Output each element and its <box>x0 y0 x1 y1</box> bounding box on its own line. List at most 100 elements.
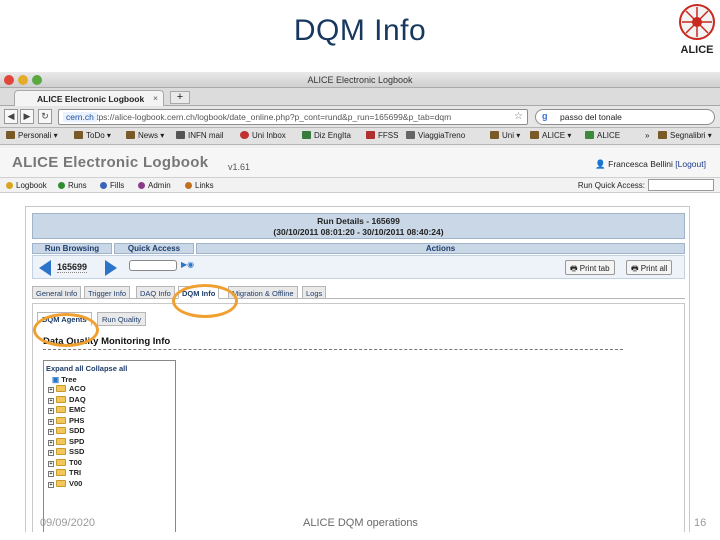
tree-item-ssd[interactable]: + SSD <box>48 447 175 458</box>
printer-icon: 🖶 <box>570 264 580 273</box>
tab-close-icon[interactable]: × <box>153 93 158 103</box>
bookmarks-overflow[interactable]: » <box>645 131 649 140</box>
bookmark-star-icon[interactable]: ☆ <box>514 111 523 122</box>
run-tabs: General Info Trigger Info DAQ Info DQM I… <box>32 285 685 299</box>
tree-item-phs[interactable]: + PHS <box>48 416 175 427</box>
next-run-arrow-icon[interactable] <box>105 260 117 276</box>
mail-icon <box>176 131 185 139</box>
expand-icon[interactable]: + <box>48 418 54 425</box>
tab-migration-offline[interactable]: Migration & Offline <box>228 286 298 299</box>
bookmark-uni-inbox[interactable]: Uni Inbox <box>240 131 286 140</box>
address-bar[interactable]: cern.ch https://alice-logbook.cern.ch/lo… <box>58 109 528 125</box>
new-tab-button[interactable]: + <box>170 91 190 104</box>
quick-access-go-icon[interactable]: ▶◉ <box>181 260 194 269</box>
menu-runs[interactable]: Runs <box>58 181 87 190</box>
run-browsing-header: Run Browsing <box>32 243 112 254</box>
folder-icon <box>56 395 66 403</box>
folder-icon <box>530 131 539 139</box>
print-all-button[interactable]: 🖶 Print all <box>626 260 673 275</box>
bookmark-infn-mail[interactable]: INFN mail <box>176 131 224 140</box>
bookmark-alice[interactable]: ALICE <box>585 131 620 140</box>
bookmark-personali[interactable]: Personali ▾ <box>6 131 58 140</box>
run-number: 165699 <box>57 262 88 273</box>
folder-icon <box>56 448 66 455</box>
bookmarks-bar: Personali ▾ ToDo ▾ News ▾ INFN mail Uni … <box>0 128 720 145</box>
tree-item-daq[interactable]: + DAQ <box>48 395 175 406</box>
logo-text: ALICE <box>681 44 714 56</box>
admin-icon <box>138 182 145 189</box>
tree-item-spd[interactable]: + SPD <box>48 437 175 448</box>
run-quick-access-input[interactable] <box>648 179 714 191</box>
expand-icon[interactable]: + <box>48 397 54 404</box>
tree-item-sdd[interactable]: + SDD <box>48 426 175 437</box>
print-tab-button[interactable]: 🖶 Print tab <box>565 260 615 275</box>
tab-general-info[interactable]: General Info <box>32 286 82 299</box>
app-header: ALICE Electronic Logbook v1.61 👤 Frances… <box>0 148 720 178</box>
expand-icon[interactable]: + <box>48 387 54 393</box>
bookmark-alice-folder[interactable]: ALICE ▾ <box>530 131 571 140</box>
run-details-title: Run Details - 165699 <box>317 216 400 226</box>
expand-icon[interactable]: + <box>48 408 54 414</box>
footer-date: 09/09/2020 <box>40 517 96 529</box>
bookmark-diz-engita[interactable]: Diz EngIta <box>302 131 351 140</box>
bookmark-news[interactable]: News ▾ <box>126 131 164 140</box>
run-navigation-row: 165699 ▶◉ 🖶 Print tab 🖶 Print all <box>32 255 685 279</box>
expand-icon[interactable]: + <box>48 450 54 456</box>
logbook-icon <box>6 182 13 189</box>
bookmark-uni[interactable]: Uni ▾ <box>490 131 520 140</box>
search-value: passo del tonale <box>560 112 622 122</box>
bookmark-segnalibri[interactable]: Segnalibri ▾ <box>658 131 712 140</box>
folder-icon <box>658 131 667 139</box>
collapse-all-link[interactable]: Collapse all <box>86 364 128 373</box>
dictionary-icon <box>302 131 311 139</box>
expand-all-link-bottom[interactable]: Expand all <box>46 531 84 532</box>
expand-icon[interactable]: + <box>48 429 54 435</box>
reload-button[interactable]: ↻ <box>38 109 52 124</box>
collapse-all-link-bottom[interactable]: Collapse all <box>86 531 128 532</box>
menu-logbook[interactable]: Logbook <box>6 181 47 190</box>
page-content: ALICE Electronic Logbook v1.61 👤 Frances… <box>0 148 720 532</box>
tree-item-aco[interactable]: + ACO <box>48 384 175 395</box>
browser-tab[interactable]: ALICE Electronic Logbook × <box>14 90 164 106</box>
dqm-tree: Expand all Collapse all ▣ Tree + ACO + DAQ… <box>43 360 176 532</box>
footer-title: ALICE DQM operations <box>303 517 418 529</box>
subtab-run-quality[interactable]: Run Quality <box>97 312 147 326</box>
logout-link[interactable]: [Logout] <box>675 159 706 169</box>
folder-icon <box>126 131 135 139</box>
printer-icon: 🖶 <box>631 264 641 273</box>
expand-icon[interactable]: + <box>48 460 54 467</box>
tab-bar: ALICE Electronic Logbook × + <box>0 88 720 106</box>
quick-access-input[interactable] <box>129 260 177 271</box>
expand-icon[interactable]: + <box>48 481 54 488</box>
menu-links[interactable]: Links <box>185 181 214 190</box>
expand-icon[interactable]: + <box>48 471 54 477</box>
tab-daq-info[interactable]: DAQ Info <box>136 286 175 299</box>
tree-item-v00[interactable]: + V00 <box>48 479 175 490</box>
dqm-subpanel: DQM Agents Run Quality Data Quality Moni… <box>32 303 685 532</box>
dqm-info-highlight-circle <box>172 284 238 318</box>
page-number: 16 <box>694 517 707 529</box>
expand-all-link[interactable]: Expand all <box>46 364 84 373</box>
forward-button[interactable]: ▶ <box>20 109 34 124</box>
runs-icon <box>58 182 65 189</box>
tree-item-t00[interactable]: + T00 <box>48 458 175 469</box>
search-input[interactable]: g passo del tonale <box>535 109 715 125</box>
bookmark-ffss[interactable]: FFSS <box>366 131 398 140</box>
run-quick-access-label: Run Quick Access: <box>577 181 645 190</box>
train-icon <box>366 131 375 139</box>
inbox-icon <box>240 131 249 139</box>
bookmark-todo[interactable]: ToDo ▾ <box>74 131 111 140</box>
bookmark-viaggiatreno[interactable]: ViaggiaTreno <box>406 131 465 140</box>
expand-icon[interactable]: + <box>48 439 54 446</box>
menu-admin[interactable]: Admin <box>138 181 171 190</box>
menu-fills[interactable]: Fills <box>100 181 124 190</box>
tab-trigger-info[interactable]: Trigger Info <box>84 286 131 299</box>
tree-item-emc[interactable]: + EMC <box>48 405 175 416</box>
url-domain-badge: cern.ch <box>63 112 97 122</box>
tree-root[interactable]: ▣ Tree <box>52 375 175 384</box>
tab-logs[interactable]: Logs <box>302 286 327 299</box>
back-button[interactable]: ◀ <box>4 109 18 124</box>
user-name: Francesca Bellini <box>608 159 673 169</box>
previous-run-arrow-icon[interactable] <box>39 260 51 276</box>
tree-item-tri[interactable]: + TRI <box>48 468 175 479</box>
